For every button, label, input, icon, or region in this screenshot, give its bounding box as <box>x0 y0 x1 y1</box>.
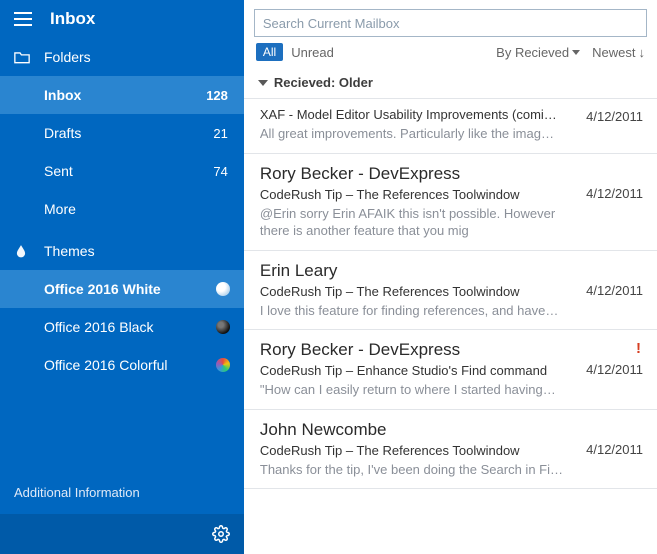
message-preview: "How can I easily return to where I star… <box>260 381 643 399</box>
message-from: Erin Leary <box>260 261 643 281</box>
themes-label: Themes <box>44 243 95 259</box>
sidebar: Inbox Folders Inbox 128 Drafts 21 Sent 7… <box>0 0 244 554</box>
main-panel: All Unread By Recieved Newest ↓ Recieved… <box>244 0 657 554</box>
filter-bar: All Unread By Recieved Newest ↓ <box>244 43 657 71</box>
message-row[interactable]: Erin Leary CodeRush Tip – The References… <box>244 251 657 331</box>
theme-white-swatch-icon <box>216 282 230 296</box>
search-wrap <box>244 1 657 43</box>
message-preview: Thanks for the tip, I've been doing the … <box>260 461 643 479</box>
folder-icon <box>14 51 44 64</box>
message-date: 4/12/2011 <box>586 362 643 377</box>
gear-icon[interactable] <box>212 525 230 543</box>
message-date: 4/12/2011 <box>586 442 643 457</box>
filter-all[interactable]: All <box>256 43 283 61</box>
message-row[interactable]: ! Rory Becker - DevExpress CodeRush Tip … <box>244 330 657 410</box>
droplet-icon <box>14 244 44 258</box>
theme-office-2016-black[interactable]: Office 2016 Black <box>0 308 244 346</box>
search-input[interactable] <box>254 9 647 37</box>
folders-header[interactable]: Folders <box>0 38 244 76</box>
message-date: 4/12/2011 <box>586 186 643 201</box>
themes-header[interactable]: Themes <box>0 232 244 270</box>
theme-black-swatch-icon <box>216 320 230 334</box>
caret-down-icon <box>572 50 580 55</box>
sort-by-received[interactable]: By Recieved <box>496 45 580 60</box>
hamburger-icon[interactable] <box>14 12 32 26</box>
important-flag-icon: ! <box>636 340 641 357</box>
message-row[interactable]: John Newcombe CodeRush Tip – The Referen… <box>244 410 657 490</box>
settings-bar <box>0 514 244 554</box>
folders-label: Folders <box>44 49 91 65</box>
sidebar-item-more[interactable]: More <box>0 190 244 228</box>
message-from: Rory Becker - DevExpress <box>260 340 643 360</box>
sidebar-title: Inbox <box>50 9 95 29</box>
sidebar-item-sent[interactable]: Sent 74 <box>0 152 244 190</box>
collapse-triangle-icon <box>258 80 268 86</box>
theme-office-2016-colorful[interactable]: Office 2016 Colorful <box>0 346 244 384</box>
message-date: 4/12/2011 <box>586 109 643 124</box>
inbox-count: 128 <box>206 88 228 103</box>
sidebar-item-drafts[interactable]: Drafts 21 <box>0 114 244 152</box>
arrow-down-icon: ↓ <box>639 45 646 60</box>
drafts-count: 21 <box>213 126 227 141</box>
message-from: Rory Becker - DevExpress <box>260 164 643 184</box>
sort-newest[interactable]: Newest ↓ <box>592 45 645 60</box>
message-preview: All great improvements. Particularly lik… <box>260 125 643 143</box>
theme-office-2016-white[interactable]: Office 2016 White <box>0 270 244 308</box>
sent-count: 74 <box>213 164 227 179</box>
message-preview: I love this feature for finding referenc… <box>260 302 643 320</box>
sidebar-item-inbox[interactable]: Inbox 128 <box>0 76 244 114</box>
sidebar-header: Inbox <box>0 0 244 38</box>
sidebar-bottom: Additional Information <box>0 471 244 554</box>
group-header-older[interactable]: Recieved: Older <box>244 71 657 99</box>
message-row[interactable]: XAF - Model Editor Usability Improvement… <box>244 99 657 154</box>
theme-colorful-swatch-icon <box>216 358 230 372</box>
additional-information-link[interactable]: Additional Information <box>0 471 244 514</box>
message-preview: @Erin sorry Erin AFAIK this isn't possib… <box>260 205 643 240</box>
message-from: John Newcombe <box>260 420 643 440</box>
message-row[interactable]: Rory Becker - DevExpress CodeRush Tip – … <box>244 154 657 251</box>
filter-unread[interactable]: Unread <box>291 45 334 60</box>
message-date: 4/12/2011 <box>586 283 643 298</box>
